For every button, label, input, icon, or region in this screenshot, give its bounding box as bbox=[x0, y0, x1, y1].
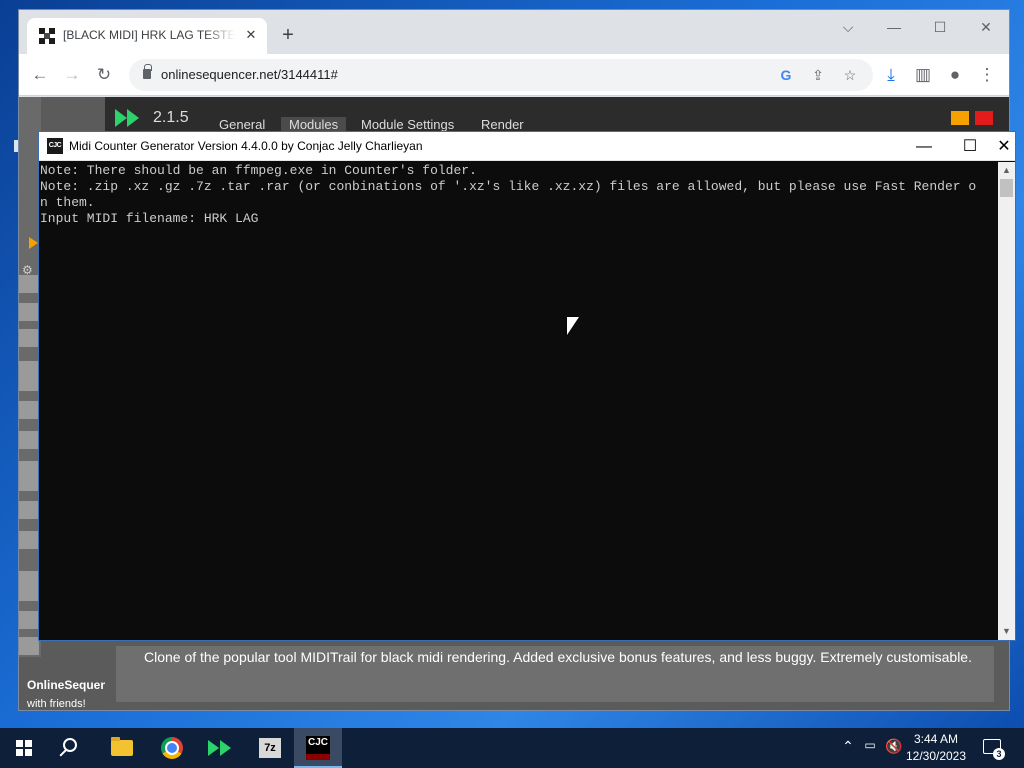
red-indicator[interactable] bbox=[975, 111, 993, 125]
show-hidden-icons-icon[interactable]: ⌃ bbox=[838, 738, 858, 755]
console-window: CJC Midi Counter Generator Version 4.4.0… bbox=[38, 131, 1016, 641]
new-tab-button[interactable]: + bbox=[277, 24, 299, 46]
browser-tab[interactable]: [BLACK MIDI] HRK LAG TESTER ✕ bbox=[27, 18, 267, 54]
taskbar: 7z CJC ⌃ ▭ 🔇 3:44 AM 12/30/2023 3 bbox=[0, 728, 1024, 768]
sequencer-header: 2.1.5 General Modules Module Settings Re… bbox=[105, 97, 1009, 133]
profile-avatar-icon[interactable]: ● bbox=[943, 63, 967, 87]
network-icon[interactable]: ▭ bbox=[860, 738, 880, 752]
address-bar[interactable]: onlinesequencer.net/3144411# G ⇪ ☆ bbox=[129, 59, 873, 91]
console-title: Midi Counter Generator Version 4.4.0.0 b… bbox=[69, 139, 423, 153]
console-line: Note: There should be an ffmpeg.exe in C… bbox=[40, 163, 477, 178]
sequencer-logo-icon bbox=[115, 109, 143, 127]
tab-strip: [BLACK MIDI] HRK LAG TESTER ✕ + ⌵ — ☐ ✕ bbox=[19, 10, 1009, 54]
console-maximize-button[interactable]: ☐ bbox=[947, 132, 993, 161]
reload-icon[interactable]: ↻ bbox=[92, 63, 116, 87]
download-icon[interactable]: ⤓ bbox=[879, 63, 903, 87]
taskbar-7zip[interactable]: 7z bbox=[246, 728, 294, 768]
lock-icon[interactable] bbox=[143, 64, 152, 79]
online-sequencer-icon bbox=[208, 740, 234, 756]
version-label: 2.1.5 bbox=[153, 109, 189, 126]
nav-modules[interactable]: Modules bbox=[281, 117, 347, 132]
forward-icon[interactable]: → bbox=[60, 63, 84, 87]
search-icon bbox=[63, 738, 77, 752]
share-icon[interactable]: ⇪ bbox=[807, 64, 829, 86]
console-minimize-button[interactable]: — bbox=[901, 132, 947, 161]
mouse-pointer-icon bbox=[567, 317, 579, 335]
nav-module-settings[interactable]: Module Settings bbox=[361, 117, 454, 132]
scroll-thumb[interactable] bbox=[1000, 179, 1013, 197]
scroll-up-icon[interactable]: ▲ bbox=[998, 162, 1015, 179]
search-button[interactable] bbox=[48, 728, 96, 768]
close-tab-icon[interactable]: ✕ bbox=[243, 27, 259, 43]
browser-maximize-button[interactable]: ☐ bbox=[925, 16, 955, 38]
module-description: Clone of the popular tool MIDITrail for … bbox=[115, 645, 995, 703]
taskbar-file-explorer[interactable] bbox=[98, 728, 146, 768]
console-close-button[interactable]: ✕ bbox=[993, 132, 1015, 161]
back-icon[interactable]: ← bbox=[28, 63, 52, 87]
scroll-down-icon[interactable]: ▼ bbox=[998, 623, 1015, 640]
browser-close-button[interactable]: ✕ bbox=[971, 16, 1001, 38]
url-text[interactable]: onlinesequencer.net/3144411# bbox=[161, 67, 338, 82]
cjc-app-icon[interactable]: CJC bbox=[47, 138, 63, 154]
favicon-icon bbox=[39, 28, 55, 44]
bookmark-star-icon[interactable]: ☆ bbox=[839, 64, 861, 86]
taskbar-midi-counter[interactable]: CJC bbox=[294, 728, 342, 768]
orange-indicator[interactable] bbox=[951, 111, 969, 125]
clock-time: 3:44 AM bbox=[913, 732, 959, 746]
windows-logo-icon bbox=[16, 740, 32, 756]
console-output[interactable]: Note: There should be an ffmpeg.exe in C… bbox=[39, 162, 999, 640]
nav-general[interactable]: General bbox=[219, 117, 265, 132]
clock-date: 12/30/2023 bbox=[905, 749, 967, 763]
chrome-icon bbox=[161, 737, 183, 759]
menu-kebab-icon[interactable]: ⋮ bbox=[975, 63, 999, 87]
volume-muted-icon[interactable]: 🔇 bbox=[884, 738, 904, 755]
nav-render[interactable]: Render bbox=[481, 117, 524, 132]
console-input-line[interactable]: Input MIDI filename: HRK LAG bbox=[40, 211, 999, 227]
7zip-icon: 7z bbox=[259, 738, 281, 758]
clock[interactable]: 3:44 AM 12/30/2023 bbox=[902, 731, 970, 765]
console-line: n them. bbox=[40, 195, 95, 210]
folder-icon bbox=[111, 737, 133, 756]
site-name[interactable]: OnlineSequencer bbox=[27, 678, 105, 692]
taskbar-chrome[interactable] bbox=[148, 728, 196, 768]
taskbar-online-sequencer[interactable] bbox=[196, 728, 244, 768]
tab-search-icon[interactable]: ⌵ bbox=[833, 16, 863, 38]
start-button[interactable] bbox=[0, 728, 48, 768]
side-panel-icon[interactable]: ▥ bbox=[911, 63, 935, 87]
site-tagline: with friends! bbox=[27, 698, 86, 710]
play-icon[interactable] bbox=[29, 237, 38, 249]
console-line: Note: .zip .xz .gz .7z .tar .rar (or con… bbox=[40, 179, 977, 194]
console-scrollbar[interactable]: ▲ ▼ bbox=[998, 162, 1015, 640]
tab-title: [BLACK MIDI] HRK LAG TESTER bbox=[63, 28, 235, 42]
browser-toolbar: ← → ↻ onlinesequencer.net/3144411# G ⇪ ☆… bbox=[19, 54, 1009, 96]
google-lens-icon[interactable]: G bbox=[775, 64, 797, 86]
notification-badge: 3 bbox=[993, 748, 1005, 760]
module-description-text: Clone of the popular tool MIDITrail for … bbox=[144, 649, 972, 665]
browser-minimize-button[interactable]: — bbox=[879, 16, 909, 38]
console-titlebar[interactable]: CJC Midi Counter Generator Version 4.4.0… bbox=[39, 132, 1015, 161]
cjc-icon: CJC bbox=[306, 736, 330, 760]
